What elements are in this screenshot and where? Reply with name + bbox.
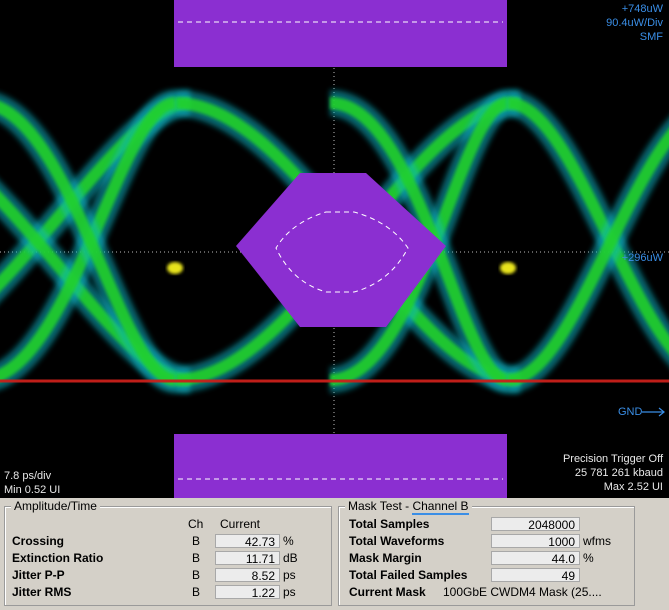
total-failed-samples-label: Total Failed Samples [349, 568, 468, 582]
mask-margin-unit: % [583, 551, 594, 565]
eye-diagram-plot [0, 0, 669, 498]
mask-margin-value: 44.0 [491, 551, 580, 566]
min-ui-label: Min 0.52 UI [4, 484, 61, 496]
crossing-point-1 [167, 262, 183, 274]
rising-edge-right-halo [505, 118, 669, 393]
mask-channel-selector[interactable]: Channel B [412, 499, 469, 515]
amplitude-time-title: Amplitude/Time [11, 499, 100, 513]
top-level-label: +748uW [621, 3, 663, 15]
total-samples-value: 2048000 [491, 517, 580, 532]
timebase-readout: 7.8 ps/div Min 0.52 UI [4, 469, 60, 497]
fiber-type-label: SMF [639, 31, 663, 43]
mask-test-title: Mask Test - Channel B [345, 499, 472, 515]
crossing-value: 42.73 [215, 534, 280, 549]
eye-diagram-display[interactable]: +748uW 90.4uW/Div SMF +296uW GND 7.8 ps/… [0, 0, 669, 498]
mid-level-label: +296uW [621, 252, 663, 264]
top-mask-region [174, 0, 507, 67]
extinction-ratio-unit: dB [283, 551, 298, 565]
jitter-rms-value: 1.22 [215, 585, 280, 600]
amplitude-time-group: Amplitude/Time Ch Current Crossing B 42.… [4, 499, 332, 606]
current-column-header: Current [220, 517, 261, 531]
gnd-label: GND [618, 406, 643, 418]
current-mask-value[interactable]: 100GbE CWDM4 Mask (25.... [443, 585, 629, 599]
baud-rate-label: 25 781 261 kbaud [574, 467, 663, 479]
total-samples-label: Total Samples [349, 517, 430, 531]
jitter-rms-channel: B [192, 585, 201, 599]
trigger-readout: Precision Trigger Off 25 781 261 kbaud M… [503, 452, 663, 494]
mask-test-group: Mask Test - Channel B Total Samples 2048… [338, 499, 635, 606]
max-ui-label: Max 2.52 UI [603, 481, 663, 493]
ch-column-header: Ch [188, 517, 204, 531]
scale-readout: +748uW 90.4uW/Div SMF [543, 2, 663, 44]
top-mask [174, 0, 507, 67]
crossing-channel: B [192, 534, 201, 548]
total-failed-samples-value: 49 [491, 568, 580, 583]
bottom-mask [174, 434, 507, 498]
jitter-pp-channel: B [192, 568, 201, 582]
mask-test-title-text: Mask Test - [348, 499, 413, 513]
extinction-ratio-label: Extinction Ratio [12, 551, 104, 565]
trigger-mode-label: Precision Trigger Off [562, 453, 663, 465]
total-waveforms-unit: wfms [583, 534, 611, 548]
total-waveforms-label: Total Waveforms [349, 534, 445, 548]
current-mask-label: Current Mask [349, 585, 426, 599]
falling-edge-right-halo [505, 90, 669, 365]
crossing-unit: % [283, 534, 294, 548]
crossing-label: Crossing [12, 534, 65, 548]
extinction-ratio-channel: B [192, 551, 201, 565]
extinction-ratio-value: 11.71 [215, 551, 280, 566]
vertical-scale-label: 90.4uW/Div [606, 17, 663, 29]
falling-edge-right-core [507, 97, 669, 355]
total-waveforms-value: 1000 [491, 534, 580, 549]
mask-margin-label: Mask Margin [349, 551, 422, 565]
jitter-rms-label: Jitter RMS [12, 585, 72, 599]
jitter-pp-label: Jitter P-P [12, 568, 65, 582]
timebase-label: 7.8 ps/div [4, 470, 52, 482]
measurement-panel: Amplitude/Time Ch Current Crossing B 42.… [0, 498, 669, 610]
rising-edge-right-core [507, 128, 669, 386]
bottom-mask-region [174, 434, 507, 498]
jitter-pp-unit: ps [283, 568, 296, 582]
jitter-rms-unit: ps [283, 585, 296, 599]
crossing-point-2 [500, 262, 516, 274]
jitter-pp-value: 8.52 [215, 568, 280, 583]
